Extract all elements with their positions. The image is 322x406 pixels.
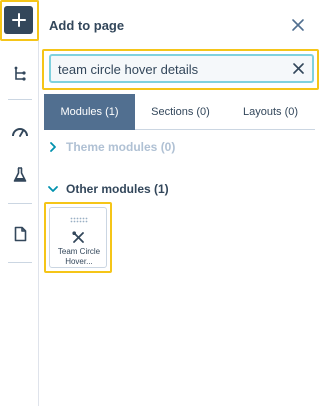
tree-icon <box>14 66 26 81</box>
chevron-down-icon <box>48 186 58 192</box>
search-input[interactable] <box>58 60 278 78</box>
add-to-page-panel: Add to page Modules (1) Sections (0) Lay… <box>40 0 322 406</box>
rail-divider <box>8 203 32 204</box>
search-box <box>49 54 314 83</box>
module-card-highlight: Team Circle Hover... <box>44 202 112 273</box>
module-card-label-line2: Hover... <box>65 257 93 266</box>
chevron-right-icon <box>50 142 56 152</box>
test-button[interactable] <box>6 161 34 189</box>
module-card-team-circle-hover[interactable]: Team Circle Hover... <box>49 207 107 268</box>
theme-modules-label: Theme modules (0) <box>66 140 176 154</box>
tab-sections[interactable]: Sections (0) <box>135 94 226 130</box>
module-card-label: Team Circle Hover... <box>51 247 107 267</box>
gauge-icon <box>12 128 28 137</box>
search-highlight <box>42 49 319 90</box>
other-modules-toggle[interactable]: Other modules (1) <box>47 181 169 197</box>
flask-icon <box>13 167 27 182</box>
close-icon[interactable] <box>291 18 305 32</box>
rail-divider <box>8 99 32 100</box>
tab-layouts[interactable]: Layouts (0) <box>226 94 315 130</box>
panel-title: Add to page <box>49 18 125 33</box>
plus-icon <box>11 13 26 27</box>
tools-icon <box>72 231 84 243</box>
clear-search-icon[interactable] <box>293 63 304 74</box>
rail-divider <box>8 262 32 263</box>
module-tabs: Modules (1) Sections (0) Layouts (0) <box>44 94 315 130</box>
add-button[interactable] <box>4 6 33 34</box>
theme-modules-toggle[interactable]: Theme modules (0) <box>47 139 175 155</box>
left-rail <box>0 0 39 406</box>
module-card-label-line1: Team Circle <box>57 247 101 256</box>
optimize-button[interactable] <box>6 117 34 145</box>
page-settings-button[interactable] <box>6 220 34 248</box>
other-modules-label: Other modules (1) <box>66 182 169 196</box>
document-icon <box>14 226 26 242</box>
drag-handle-icon <box>70 217 88 223</box>
tab-modules[interactable]: Modules (1) <box>44 94 135 130</box>
layers-tree-button[interactable] <box>6 60 34 88</box>
